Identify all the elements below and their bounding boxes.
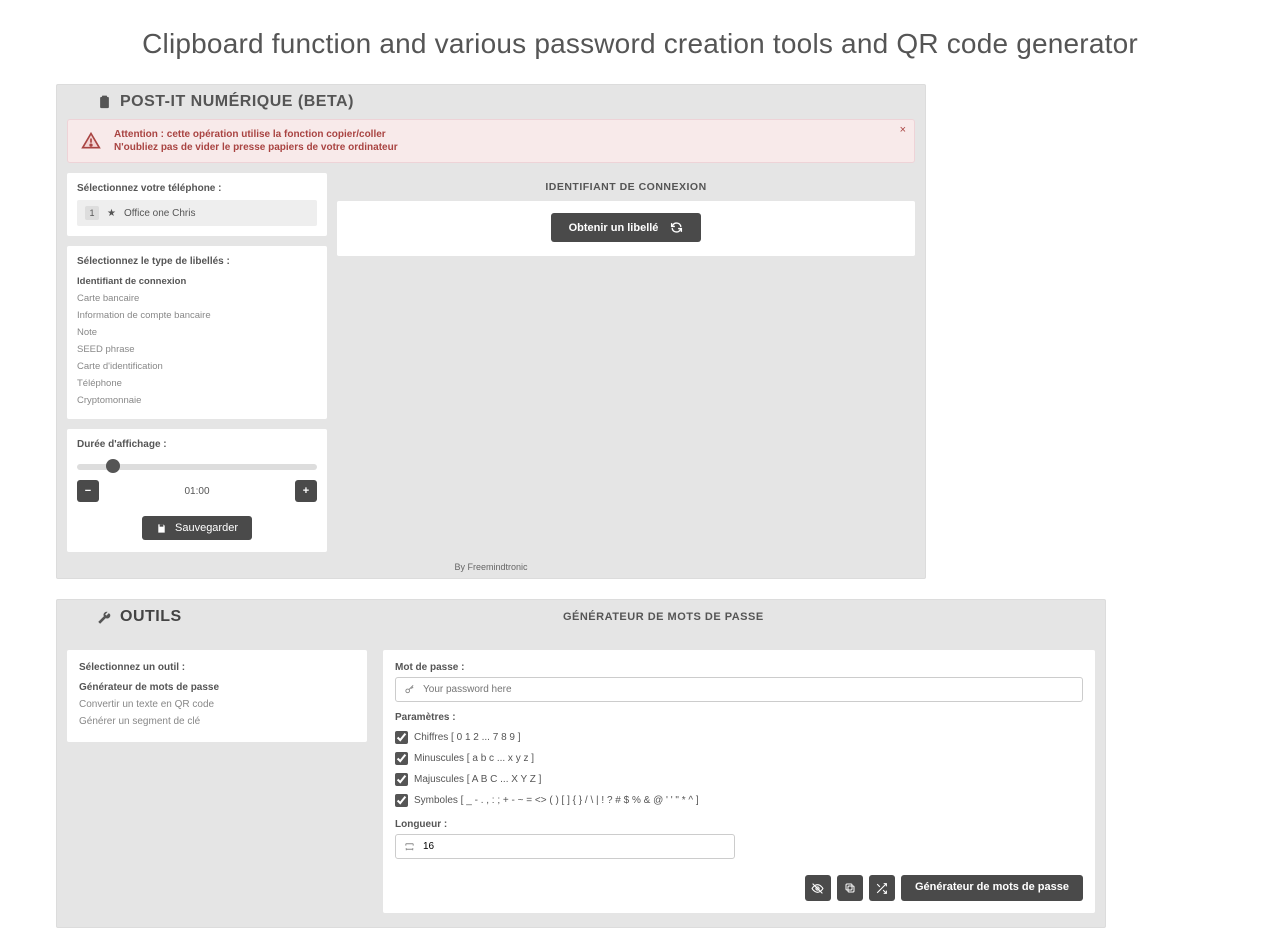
checkbox-uppercase[interactable] [395,773,408,786]
length-input[interactable] [423,841,483,852]
checkbox-lowercase[interactable] [395,752,408,765]
shuffle-button[interactable] [869,875,895,901]
param-uppercase-label: Majuscules [ A B C ... X Y Z ] [414,774,541,785]
duration-minus-button[interactable]: − [77,480,99,502]
save-icon [156,523,167,534]
type-select-card: Sélectionnez le type de libellés : Ident… [67,246,327,419]
postit-panel: POST-IT NUMÉRIQUE (BETA) Attention : cet… [56,84,926,579]
generate-button[interactable]: Générateur de mots de passe [901,875,1083,901]
right-section-title: IDENTIFIANT DE CONNEXION [337,173,915,201]
shuffle-icon [875,882,888,895]
param-digits[interactable]: Chiffres [ 0 1 2 ... 7 8 9 ] [395,727,1083,748]
tools-right-title: GÉNÉRATEUR DE MOTS DE PASSE [222,611,1105,623]
copy-icon [844,882,856,894]
tool-item-qrcode[interactable]: Convertir un texte en QR code [79,696,355,713]
duration-plus-button[interactable]: + [295,480,317,502]
password-input[interactable] [423,684,1074,695]
param-symbols[interactable]: Symboles [ _ - . , : ; + - ~ = <> ( ) [ … [395,790,1083,811]
param-symbols-label: Symboles [ _ - . , : ; + - ~ = <> ( ) [ … [414,795,699,806]
type-item-note[interactable]: Note [77,324,317,341]
tools-header-label: OUTILS [120,608,182,626]
tool-item-keyseg[interactable]: Générer un segment de clé [79,713,355,730]
tools-header: OUTILS [57,600,222,634]
get-label-button[interactable]: Obtenir un libellé [551,213,702,242]
checkbox-symbols[interactable] [395,794,408,807]
panel-footer: By Freemindtronic [57,558,925,578]
phone-select-label: Sélectionnez votre téléphone : [77,183,317,194]
copy-button[interactable] [837,875,863,901]
close-icon[interactable]: × [900,124,906,136]
phone-name: Office one Chris [124,208,196,219]
checkbox-digits[interactable] [395,731,408,744]
duration-card: Durée d'affichage : − 01:00 + Sauvegarde… [67,429,327,552]
param-lowercase[interactable]: Minuscules [ a b c ... x y z ] [395,748,1083,769]
phone-item[interactable]: 1 ★ Office one Chris [77,200,317,226]
save-button[interactable]: Sauvegarder [142,516,252,540]
visibility-toggle-button[interactable] [805,875,831,901]
password-field-label: Mot de passe : [395,662,1083,673]
duration-label: Durée d'affichage : [77,439,317,450]
eye-off-icon [811,882,824,895]
clipboard-icon [97,95,112,110]
phone-index-badge: 1 [85,206,99,220]
key-icon [404,684,415,695]
tool-select-label: Sélectionnez un outil : [79,662,355,673]
type-item-card[interactable]: Carte bancaire [77,290,317,307]
duration-slider[interactable] [77,464,317,470]
duration-value: 01:00 [184,486,209,497]
page-title: Clipboard function and various password … [0,28,1280,60]
type-item-crypto[interactable]: Cryptomonnaie [77,392,317,409]
tool-item-pwgen[interactable]: Générateur de mots de passe [79,679,355,696]
generate-button-label: Générateur de mots de passe [915,881,1069,893]
alert-line2: N'oubliez pas de vider le presse papiers… [114,141,398,154]
slider-thumb[interactable] [106,459,120,473]
type-item-idcard[interactable]: Carte d'identification [77,358,317,375]
warning-icon [80,130,102,152]
type-item-login[interactable]: Identifiant de connexion [77,273,317,290]
save-button-label: Sauvegarder [175,522,238,534]
postit-header-label: POST-IT NUMÉRIQUE (BETA) [120,93,354,111]
get-label-card: Obtenir un libellé [337,201,915,256]
length-label: Longueur : [395,819,1083,830]
type-item-seed[interactable]: SEED phrase [77,341,317,358]
postit-header: POST-IT NUMÉRIQUE (BETA) [57,85,925,119]
param-lowercase-label: Minuscules [ a b c ... x y z ] [414,753,534,764]
param-digits-label: Chiffres [ 0 1 2 ... 7 8 9 ] [414,732,521,743]
alert-line1: Attention : cette opération utilise la f… [114,128,398,141]
params-label: Paramètres : [395,712,1083,723]
wrench-icon [97,610,112,625]
password-input-wrapper [395,677,1083,702]
tools-panel: OUTILS GÉNÉRATEUR DE MOTS DE PASSE Sélec… [56,599,1106,928]
star-icon: ★ [107,208,116,219]
phone-select-card: Sélectionnez votre téléphone : 1 ★ Offic… [67,173,327,236]
type-item-bank[interactable]: Information de compte bancaire [77,307,317,324]
get-label-button-text: Obtenir un libellé [569,222,659,234]
type-select-label: Sélectionnez le type de libellés : [77,256,317,267]
clipboard-warning-alert: Attention : cette opération utilise la f… [67,119,915,163]
tool-select-card: Sélectionnez un outil : Générateur de mo… [67,650,367,742]
length-input-wrapper [395,834,735,859]
type-item-phone[interactable]: Téléphone [77,375,317,392]
password-generator-card: Mot de passe : Paramètres : Chiffres [ 0… [383,650,1095,913]
param-uppercase[interactable]: Majuscules [ A B C ... X Y Z ] [395,769,1083,790]
refresh-icon [670,221,683,234]
text-width-icon [404,841,415,852]
